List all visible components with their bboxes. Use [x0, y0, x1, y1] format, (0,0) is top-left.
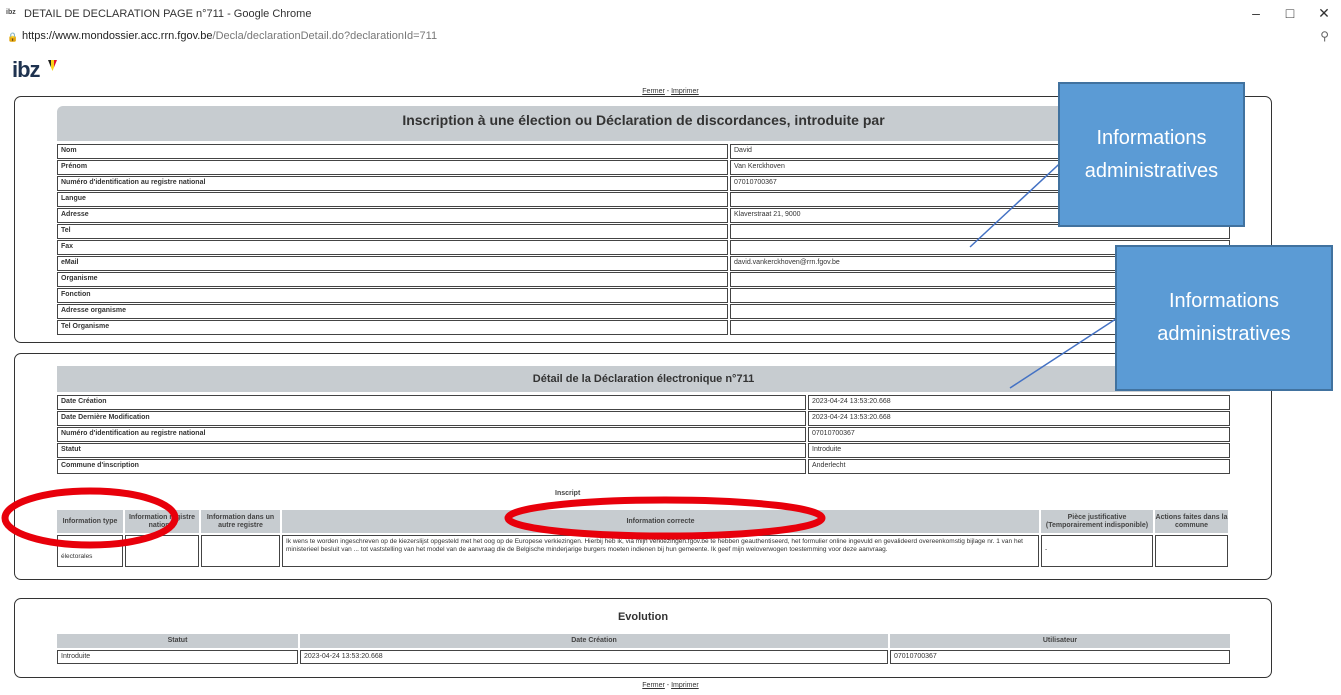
callout-2-line2: administratives	[1157, 323, 1291, 345]
highlight-ellipse-type	[1, 487, 179, 549]
callout-informations-1: Informations administratives	[1058, 82, 1245, 227]
highlight-ellipse-correcte	[504, 496, 826, 540]
callout-2-line1: Informations	[1168, 290, 1280, 312]
callout-1-line2: administratives	[1084, 160, 1219, 182]
callout-informations-2: Informations administratives	[1115, 245, 1333, 391]
callout-1-line1: Informations	[1096, 127, 1207, 149]
